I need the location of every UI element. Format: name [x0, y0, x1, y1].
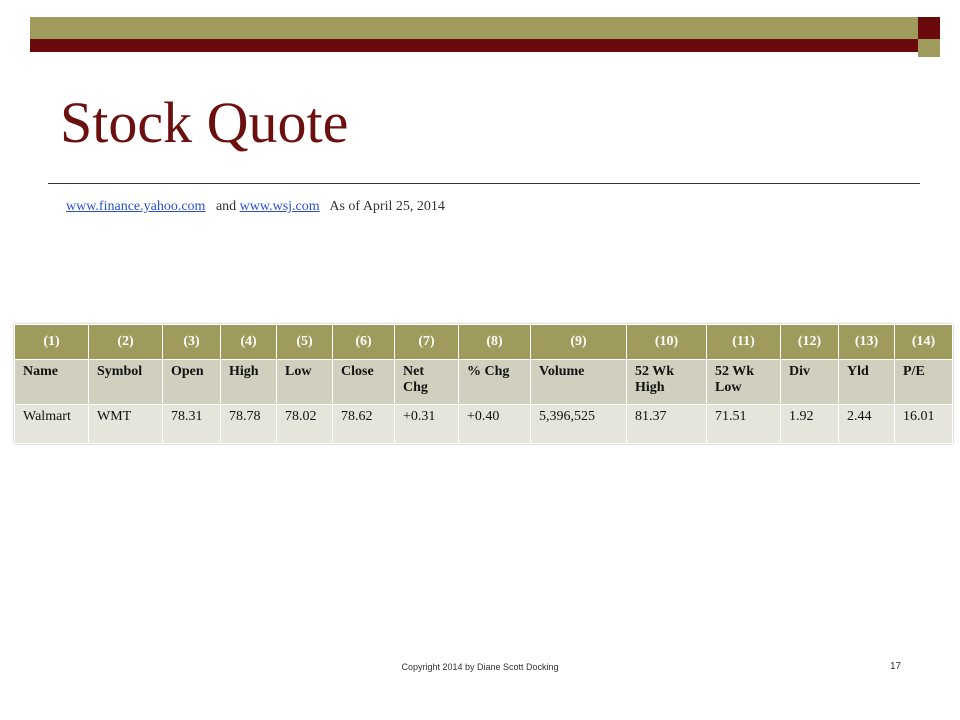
data-cell: 16.01	[894, 404, 953, 444]
data-cell: +0.31	[394, 404, 459, 444]
header-cell: High	[220, 359, 277, 405]
header-cell: Low	[276, 359, 333, 405]
table-row: Walmart WMT 78.31 78.78 78.02 78.62 +0.3…	[14, 404, 953, 444]
index-cell: (7)	[394, 324, 459, 360]
data-cell: Walmart	[14, 404, 89, 444]
data-cell: 1.92	[780, 404, 839, 444]
index-cell: (14)	[894, 324, 953, 360]
data-cell: 2.44	[838, 404, 895, 444]
header-row: Name Symbol Open High Low Close Net Chg …	[14, 359, 953, 405]
index-cell: (6)	[332, 324, 395, 360]
index-cell: (12)	[780, 324, 839, 360]
index-cell: (2)	[88, 324, 163, 360]
data-cell: 78.31	[162, 404, 221, 444]
header-cell: P/E	[894, 359, 953, 405]
index-cell: (11)	[706, 324, 781, 360]
data-cell: 5,396,525	[530, 404, 627, 444]
header-cell: 52 Wk High	[626, 359, 707, 405]
index-cell: (8)	[458, 324, 531, 360]
data-cell: 78.02	[276, 404, 333, 444]
header-cell: Volume	[530, 359, 627, 405]
header-cell: Name	[14, 359, 89, 405]
copyright-footer: Copyright 2014 by Diane Scott Docking	[401, 662, 559, 672]
header-cell: Yld	[838, 359, 895, 405]
sources-connector: and	[215, 199, 237, 214]
stock-quote-table: (1) (2) (3) (4) (5) (6) (7) (8) (9) (10)…	[14, 324, 953, 444]
header-cell: Open	[162, 359, 221, 405]
data-cell: 78.62	[332, 404, 395, 444]
header-cell: % Chg	[458, 359, 531, 405]
title-divider	[48, 183, 920, 184]
column-index-row: (1) (2) (3) (4) (5) (6) (7) (8) (9) (10)…	[14, 324, 953, 360]
data-cell: 71.51	[706, 404, 781, 444]
data-cell: 78.78	[220, 404, 277, 444]
top-maroon-bar	[30, 39, 918, 52]
header-cell: Symbol	[88, 359, 163, 405]
corner-olive-square	[918, 39, 940, 57]
index-cell: (5)	[276, 324, 333, 360]
header-cell: 52 Wk Low	[706, 359, 781, 405]
data-cell: 81.37	[626, 404, 707, 444]
slide-title: Stock Quote	[60, 90, 349, 155]
header-cell: Close	[332, 359, 395, 405]
index-cell: (13)	[838, 324, 895, 360]
data-cell: +0.40	[458, 404, 531, 444]
index-cell: (10)	[626, 324, 707, 360]
as-of-date: As of April 25, 2014	[329, 199, 445, 214]
index-cell: (9)	[530, 324, 627, 360]
header-cell: Div	[780, 359, 839, 405]
header-cell: Net Chg	[394, 359, 459, 405]
index-cell: (4)	[220, 324, 277, 360]
data-cell: WMT	[88, 404, 163, 444]
top-olive-bar	[30, 17, 918, 39]
index-cell: (1)	[14, 324, 89, 360]
yahoo-finance-link[interactable]: www.finance.yahoo.com	[66, 199, 205, 214]
corner-maroon-square	[918, 17, 940, 39]
page-number: 17	[890, 661, 902, 672]
index-cell: (3)	[162, 324, 221, 360]
sources-line: www.finance.yahoo.com and www.wsj.com As…	[66, 199, 445, 215]
wsj-link[interactable]: www.wsj.com	[240, 199, 320, 214]
